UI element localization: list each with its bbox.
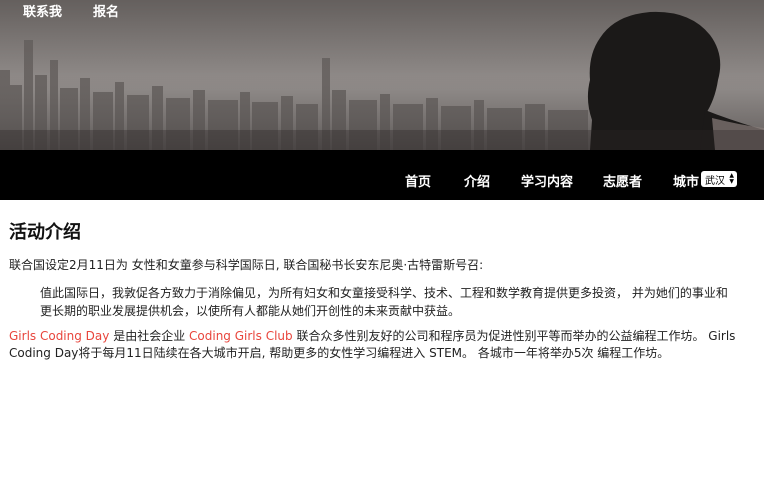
girls-coding-day-link[interactable]: Girls Coding Day: [9, 329, 109, 343]
contact-link[interactable]: 联系我: [23, 1, 62, 20]
nav-item-intro[interactable]: 介绍: [464, 171, 490, 190]
select-arrows-icon: ▲ ▼: [729, 172, 734, 185]
description-paragraph: Girls Coding Day 是由社会企业 Coding Girls Clu…: [9, 328, 744, 362]
main-navbar: 首页 介绍 学习内容 志愿者 城市: [0, 150, 764, 200]
city-select-value: 武汉: [705, 175, 725, 187]
signup-link[interactable]: 报名: [93, 1, 119, 20]
coding-girls-club-link[interactable]: Coding Girls Club: [189, 329, 293, 343]
intro-text: 联合国设定2月11日为 女性和女童参与科学国际日, 联合国秘书长安东尼奥·古特雷…: [9, 258, 484, 272]
nav-item-learning[interactable]: 学习内容: [521, 171, 573, 190]
un-quote: 值此国际日，我敦促各方致力于消除偏见，为所有妇女和女童接受科学、技术、工程和数学…: [40, 286, 728, 318]
page-title: 活动介绍: [9, 222, 81, 243]
city-skyline-image: [0, 0, 764, 150]
nav-item-home[interactable]: 首页: [405, 171, 431, 190]
hero-banner: 联系我 报名: [0, 0, 764, 150]
nav-city-label: 城市: [673, 175, 700, 190]
city-select[interactable]: 武汉 ▲ ▼: [701, 171, 737, 187]
nav-item-volunteers[interactable]: 志愿者: [603, 171, 642, 190]
description-text-1: 是由社会企业: [109, 329, 190, 343]
